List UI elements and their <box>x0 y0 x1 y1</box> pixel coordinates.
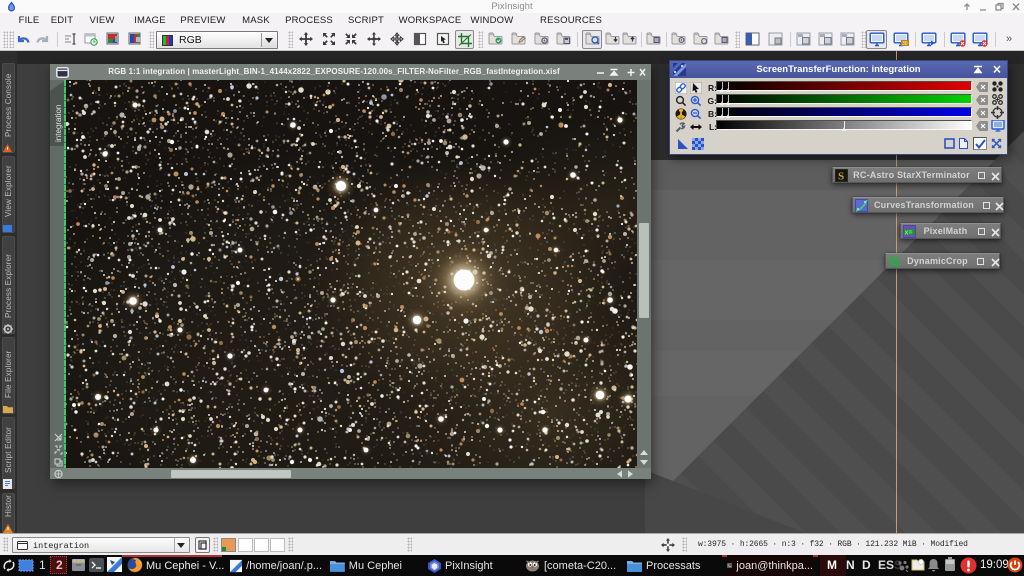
svg-text:30: 30 <box>902 41 908 47</box>
